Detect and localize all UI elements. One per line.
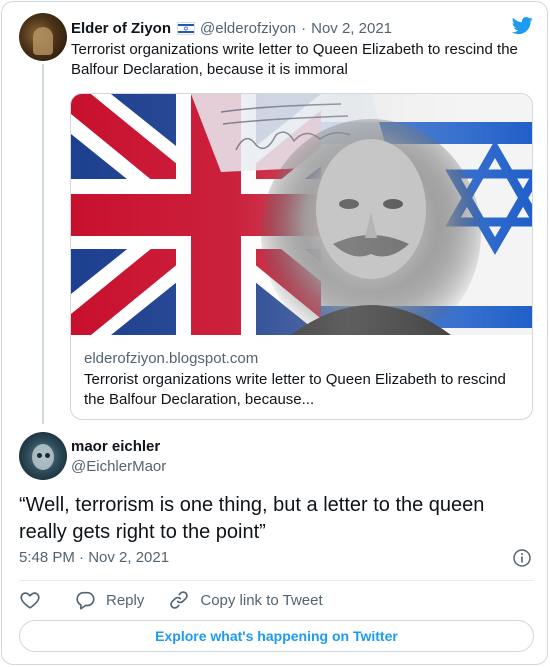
tweet-text: “Well, terrorism is one thing, but a let…: [19, 494, 485, 543]
quoted-tweet-date[interactable]: Nov 2, 2021: [311, 20, 392, 37]
israel-flag-icon: ✡: [177, 21, 196, 35]
reply-button[interactable]: Reply: [74, 589, 144, 611]
info-icon[interactable]: [512, 548, 532, 568]
reply-label: Reply: [106, 591, 145, 609]
link-icon: [170, 591, 189, 609]
author-handle[interactable]: @EichlerMaor: [71, 458, 166, 476]
tweet-timestamp[interactable]: 5:48 PM · Nov 2, 2021: [19, 548, 169, 568]
quoted-tweet-text: Terrorist organizations write letter to …: [71, 41, 518, 78]
embedded-tweet-card: Elder of Ziyon ✡ @elderofziyon · Nov 2, …: [1, 1, 548, 665]
reply-bubble-icon: [76, 591, 95, 610]
link-preview-image[interactable]: [71, 94, 532, 335]
quoted-author-handle[interactable]: @elderofziyon: [200, 20, 296, 37]
avatar-elder-of-ziyon[interactable]: [19, 13, 67, 61]
link-preview-card[interactable]: elderofziyon.blogspot.com Terrorist orga…: [70, 93, 533, 420]
twitter-bird-icon[interactable]: [510, 15, 535, 36]
quoted-tweet-header: Elder of Ziyon ✡ @elderofziyon · Nov 2, …: [71, 18, 392, 38]
link-preview-body: elderofziyon.blogspot.com Terrorist orga…: [84, 349, 524, 410]
heart-icon: [20, 592, 40, 609]
link-domain: elderofziyon.blogspot.com: [84, 350, 259, 367]
header-separator: ·: [301, 19, 307, 37]
copy-link-button[interactable]: Copy link to Tweet: [168, 589, 323, 611]
quoted-author-name[interactable]: Elder of Ziyon: [71, 20, 171, 37]
thread-connector-line: [42, 64, 44, 424]
copy-link-label: Copy link to Tweet: [200, 591, 323, 609]
tweet-actions: Reply Copy link to Tweet: [19, 588, 323, 612]
flags-portrait-illustration: [71, 94, 532, 335]
explore-twitter-button[interactable]: Explore what's happening on Twitter: [19, 620, 534, 652]
action-divider: [19, 580, 534, 581]
like-button[interactable]: [19, 589, 41, 611]
link-title: Terrorist organizations write letter to …: [84, 371, 506, 408]
author-name[interactable]: maor eichler: [71, 438, 160, 456]
avatar-maor-eichler[interactable]: [19, 432, 67, 480]
